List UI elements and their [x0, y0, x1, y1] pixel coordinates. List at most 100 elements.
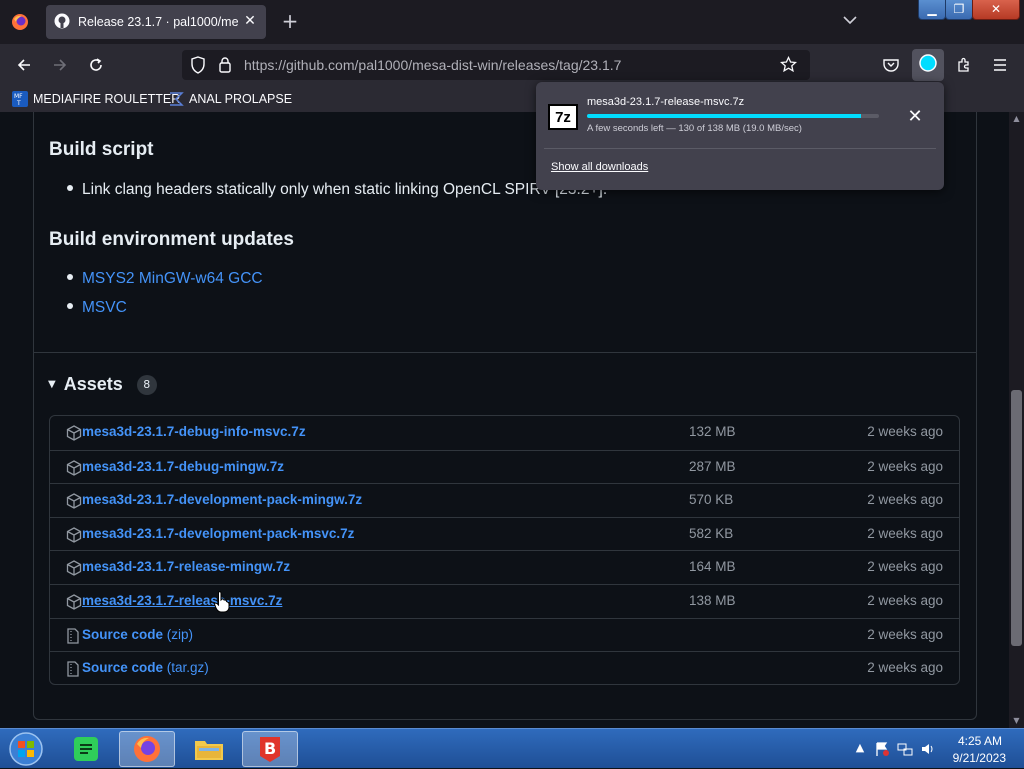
- window-minimize-icon[interactable]: ▁: [918, 0, 946, 20]
- asset-link[interactable]: Source code (zip): [82, 627, 193, 642]
- download-progress-fill: [587, 114, 862, 118]
- package-icon: [66, 594, 82, 610]
- panel-divider: [544, 148, 936, 149]
- asset-date: 2 weeks ago: [867, 525, 943, 541]
- window-maximize-icon[interactable]: ❐: [945, 0, 973, 20]
- file-zip-icon: [66, 627, 82, 644]
- url-bar[interactable]: https://github.com/pal1000/mesa-dist-win…: [182, 50, 810, 80]
- asset-row: mesa3d-23.1.7-development-pack-msvc.7z 58…: [50, 516, 959, 551]
- asset-row: mesa3d-23.1.7-debug-info-msvc.7z 132 MB 2 …: [50, 416, 959, 450]
- url-domain: https://github.com: [244, 57, 355, 73]
- new-tab-icon[interactable]: +: [278, 10, 302, 34]
- mediafire-icon: MF T: [12, 91, 28, 107]
- start-button[interactable]: [4, 730, 48, 768]
- bookmark-label: MEDIAFIRE ROULETTER: [33, 92, 181, 106]
- svg-text:B: B: [264, 739, 276, 758]
- assets-heading: Assets: [63, 374, 123, 394]
- taskbar-app-explorer[interactable]: [181, 731, 237, 767]
- svg-text:MF: MF: [14, 93, 23, 100]
- url-path: /pal1000/mesa-dist-win/releases/tag/23.1…: [354, 57, 622, 73]
- show-all-downloads-label: Show all downloads: [551, 161, 649, 173]
- asset-link[interactable]: mesa3d-23.1.7-development-pack-msvc.7z: [82, 526, 354, 541]
- scroll-thumb[interactable]: [1011, 390, 1022, 646]
- url-text[interactable]: https://github.com/pal1000/mesa-dist-win…: [244, 57, 621, 73]
- scroll-up-icon[interactable]: ▲: [1009, 112, 1024, 126]
- asset-ext: (zip): [163, 626, 194, 642]
- asset-size: 164 MB: [689, 559, 736, 575]
- package-icon: [66, 527, 82, 543]
- assets-toggle[interactable]: ▼ Assets 8: [48, 374, 157, 395]
- bookmark-sigma-icon: [168, 91, 184, 107]
- taskbar-app-firefox[interactable]: [119, 731, 175, 767]
- tab-close-icon[interactable]: ✕: [242, 13, 258, 29]
- bookmark-mediafire[interactable]: MF T MEDIAFIRE ROULETTER: [12, 90, 180, 108]
- page-scrollbar[interactable]: ▲ ▼: [1009, 112, 1024, 728]
- asset-size: 287 MB: [689, 458, 736, 474]
- download-filename[interactable]: mesa3d-23.1.7-release-msvc.7z: [587, 96, 744, 108]
- action-center-flag-icon[interactable]: [874, 741, 890, 757]
- windows-logo-icon: [9, 732, 43, 766]
- download-status: A few seconds left — 130 of 138 MB (19.0…: [587, 123, 802, 134]
- pocket-icon[interactable]: [880, 54, 902, 76]
- firefox-icon: [134, 736, 160, 762]
- asset-row: mesa3d-23.1.7-development-pack-mingw.7z 5…: [50, 483, 959, 517]
- tracking-protection-shield-icon[interactable]: [190, 56, 206, 78]
- tab-active[interactable]: Release 23.1.7 · pal1000/mesa-d ✕: [46, 5, 266, 39]
- bookmark-label: ANAL PROLAPSE: [189, 92, 293, 106]
- asset-size: 138 MB: [689, 593, 736, 608]
- list-all-tabs-icon[interactable]: [842, 12, 866, 32]
- build-env-link-msvc[interactable]: MSVC: [67, 299, 127, 317]
- folder-icon: [195, 741, 223, 760]
- downloads-button[interactable]: [912, 49, 944, 81]
- asset-size: 132 MB: [689, 424, 736, 439]
- asset-link[interactable]: mesa3d-23.1.7-development-pack-mingw.7z: [82, 492, 362, 507]
- tab-title: Release 23.1.7 · pal1000/mesa-d: [78, 15, 238, 29]
- asset-date: 2 weeks ago: [867, 492, 943, 508]
- asset-link[interactable]: mesa3d-23.1.7-debug-mingw.7z: [82, 459, 284, 474]
- scroll-down-icon[interactable]: ▼: [1009, 714, 1024, 728]
- asset-row: Source code (zip) 2 weeks ago: [50, 617, 959, 652]
- lock-icon[interactable]: [218, 56, 232, 77]
- navigation-toolbar: https://github.com/pal1000/mesa-dist-win…: [0, 44, 1024, 86]
- bookmark-star-icon[interactable]: [779, 55, 798, 77]
- hand-cursor-icon: [213, 591, 230, 613]
- asset-link[interactable]: mesa3d-23.1.7-release-mingw.7z: [82, 559, 290, 574]
- asset-size: 582 KB: [689, 525, 734, 541]
- show-all-downloads-link[interactable]: Show all downloads: [551, 161, 648, 173]
- asset-link[interactable]: Source code (tar.gz): [82, 660, 209, 675]
- package-icon: [66, 459, 82, 476]
- download-progress-bar: [587, 114, 879, 118]
- notes-icon: [74, 737, 98, 761]
- tray-expand-icon[interactable]: ▲: [852, 741, 868, 757]
- github-icon: [54, 13, 70, 32]
- forward-icon[interactable]: [49, 54, 71, 76]
- build-env-link-msys2[interactable]: MSYS2 MinGW-w64 GCC: [67, 270, 263, 288]
- asset-link[interactable]: mesa3d-23.1.7-release-msvc.7z: [82, 593, 282, 608]
- firefox-view-icon[interactable]: [8, 10, 32, 34]
- back-icon[interactable]: [13, 54, 35, 76]
- caret-down-icon: ▼: [48, 379, 56, 390]
- taskbar-app-brave[interactable]: B: [242, 731, 298, 767]
- download-cancel-icon[interactable]: ✕: [904, 106, 926, 128]
- sevenzip-file-icon: 7z: [548, 104, 578, 130]
- bookmark-sigma[interactable]: ANAL PROLAPSE: [168, 90, 292, 108]
- asset-date: 2 weeks ago: [867, 593, 943, 608]
- page-content: Build script Link clang headers statical…: [0, 112, 1009, 728]
- package-icon: [66, 560, 82, 577]
- asset-link[interactable]: mesa3d-23.1.7-debug-info-msvc.7z: [82, 424, 306, 439]
- card-divider: [33, 352, 977, 353]
- build-script-item: Link clang headers statically only when …: [67, 181, 607, 199]
- window-close-icon[interactable]: ✕: [972, 0, 1020, 20]
- taskbar-app-notes[interactable]: [58, 731, 114, 767]
- extensions-puzzle-icon[interactable]: [953, 54, 975, 76]
- asset-row: mesa3d-23.1.7-release-mingw.7z 164 MB 2 we…: [50, 550, 959, 584]
- clock-date[interactable]: 9/21/2023: [953, 751, 1006, 765]
- svg-text:T: T: [16, 100, 21, 107]
- network-icon[interactable]: [897, 741, 913, 757]
- reload-icon[interactable]: [85, 54, 107, 76]
- asset-row: mesa3d-23.1.7-debug-mingw.7z 287 MB 2 week…: [50, 449, 959, 484]
- hamburger-menu-icon[interactable]: [989, 54, 1011, 76]
- volume-icon[interactable]: [920, 741, 936, 757]
- asset-date: 2 weeks ago: [867, 458, 943, 474]
- clock-time[interactable]: 4:25 AM: [958, 734, 1002, 748]
